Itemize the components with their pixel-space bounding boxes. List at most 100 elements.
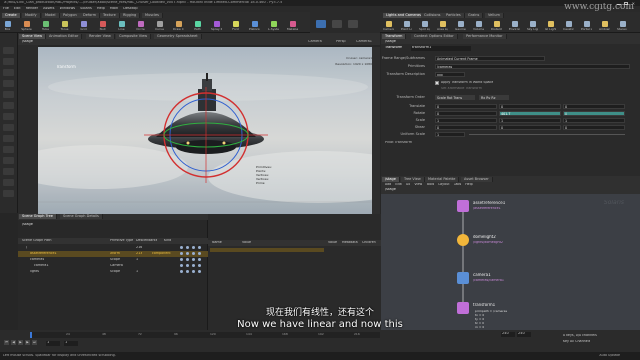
shelf-tool[interactable]: Draw Curve bbox=[173, 21, 184, 32]
transform-order-select[interactable]: Scale Rot Trans bbox=[435, 95, 475, 100]
shelf-tab[interactable]: Create bbox=[2, 13, 21, 18]
tab-scene-graph-tree[interactable]: Scene Graph Tree bbox=[19, 214, 57, 219]
visibility-icon[interactable] bbox=[180, 252, 183, 255]
visibility-icon[interactable] bbox=[198, 246, 201, 249]
menu-item[interactable]: Main bbox=[110, 7, 118, 11]
shelf-tool[interactable]: Box bbox=[2, 21, 13, 32]
shear-y[interactable]: 0 bbox=[499, 125, 561, 130]
shelf-tab[interactable]: Particles bbox=[443, 13, 465, 18]
light-tool[interactable]: Portal Light bbox=[581, 21, 592, 32]
viewport-tool-button[interactable] bbox=[3, 91, 14, 98]
scene-graph-path[interactable]: /stage bbox=[22, 223, 33, 227]
tab-animation-editor[interactable]: Animation Editor bbox=[46, 34, 83, 39]
viewport-tool-button[interactable] bbox=[3, 69, 14, 76]
network-menu-item[interactable]: Edit bbox=[395, 183, 401, 186]
menu-item[interactable]: Render bbox=[26, 7, 38, 11]
menu-item[interactable]: Solaris bbox=[80, 7, 92, 11]
shelf-tool[interactable]: Curve bbox=[154, 21, 165, 32]
rotate-order-select[interactable]: Rx Ry Rz bbox=[479, 95, 509, 100]
translate-y[interactable]: 0 bbox=[499, 104, 561, 109]
translate-x[interactable]: 0 bbox=[435, 104, 497, 109]
light-tool[interactable]: Area Light bbox=[437, 21, 448, 32]
shelf-tool[interactable]: Font bbox=[230, 21, 241, 32]
menu-item[interactable]: File bbox=[3, 7, 9, 11]
visibility-icon[interactable] bbox=[198, 264, 201, 267]
shelf-tool[interactable]: Metaball bbox=[287, 21, 298, 32]
viewport-tool-button[interactable] bbox=[3, 146, 14, 153]
scale-x[interactable]: 1 bbox=[435, 118, 497, 123]
viewport-tool-button[interactable] bbox=[3, 168, 14, 175]
menu-item[interactable]: Windows bbox=[60, 7, 76, 11]
tab-scene-graph-details[interactable]: Scene Graph Details bbox=[60, 214, 103, 219]
uniform-scale-field[interactable]: 1 bbox=[435, 132, 465, 137]
network-menu-item[interactable]: Help bbox=[465, 183, 473, 186]
shelf-tab[interactable]: Grains bbox=[465, 13, 484, 18]
last-frame-icon[interactable]: ⏭ bbox=[32, 340, 37, 345]
shelf-tab[interactable]: Collisions bbox=[421, 13, 445, 18]
shelf-tool[interactable]: Null bbox=[97, 21, 108, 32]
tab-transform[interactable]: Transform bbox=[382, 34, 407, 39]
network-node[interactable] bbox=[457, 200, 469, 212]
translate-z[interactable]: 0 bbox=[563, 104, 625, 109]
tab-composite-view[interactable]: Composite View bbox=[116, 34, 152, 39]
tab-render-view[interactable]: Render View bbox=[86, 34, 115, 39]
menu-item[interactable]: Help bbox=[97, 7, 105, 11]
visibility-icon[interactable] bbox=[198, 258, 201, 261]
light-tool[interactable]: Camera bbox=[383, 21, 394, 32]
tab-material-palette[interactable]: Material Palette bbox=[425, 177, 460, 182]
first-frame-icon[interactable]: ⏮ bbox=[4, 340, 9, 345]
shear-z[interactable]: 0 bbox=[563, 125, 625, 130]
end2-frame-field[interactable]: 240 bbox=[517, 332, 531, 337]
world-space-checkbox[interactable] bbox=[435, 81, 439, 85]
visibility-icon[interactable] bbox=[192, 246, 195, 249]
light-tool[interactable]: Geometry Light bbox=[455, 21, 466, 32]
light-tool[interactable]: Sky Light bbox=[527, 21, 538, 32]
light-tool[interactable]: Stereo Camera bbox=[617, 21, 628, 32]
rotate-x[interactable]: 0 bbox=[435, 111, 497, 116]
visibility-icon[interactable] bbox=[192, 264, 195, 267]
light-tool[interactable]: Point Light bbox=[401, 21, 412, 32]
network-menu-item[interactable]: Labs bbox=[454, 183, 462, 186]
camera-select[interactable]: Camera1 bbox=[356, 40, 372, 44]
shelf-tab[interactable]: Texture bbox=[100, 13, 120, 18]
network-node[interactable] bbox=[457, 234, 469, 246]
start-frame-field[interactable]: 1 bbox=[64, 341, 78, 346]
scene-graph-row[interactable]: lights Scope 1 bbox=[18, 269, 208, 275]
light-tool[interactable]: Spot Light bbox=[419, 21, 430, 32]
visibility-icon[interactable] bbox=[180, 246, 183, 249]
viewport-tool-button[interactable] bbox=[3, 135, 14, 142]
key-all-button[interactable]: Key All Channels bbox=[563, 340, 590, 343]
frame-range-select[interactable]: Animated Current Frame bbox=[435, 56, 545, 61]
tab-context-options[interactable]: Context Options Editor bbox=[411, 34, 458, 39]
visibility-icon[interactable] bbox=[198, 252, 201, 255]
menu-item[interactable]: Assets bbox=[43, 7, 54, 11]
viewport-tool-button[interactable] bbox=[3, 179, 14, 186]
timeline-ruler[interactable] bbox=[30, 332, 380, 338]
network-menu-item[interactable]: View bbox=[414, 183, 422, 186]
visibility-icon[interactable] bbox=[180, 270, 183, 273]
light-tool[interactable]: Caustic Light bbox=[563, 21, 574, 32]
shelf-tab[interactable]: Polygon bbox=[60, 13, 81, 18]
shelf-tool[interactable]: Torus bbox=[59, 21, 70, 32]
persp-menu[interactable]: Persp bbox=[336, 40, 346, 44]
shelf-tab[interactable]: Deform bbox=[80, 13, 101, 18]
visibility-icon[interactable] bbox=[192, 258, 195, 261]
camera-menu[interactable]: Camera bbox=[308, 40, 322, 44]
visibility-icon[interactable] bbox=[186, 252, 189, 255]
shelf-tab[interactable]: Lights and Cameras bbox=[383, 13, 425, 18]
visibility-icon[interactable] bbox=[192, 270, 195, 273]
primitives-field[interactable]: /cameras bbox=[435, 64, 630, 69]
shelf-tool[interactable]: Line bbox=[116, 21, 127, 32]
viewport-tool-button[interactable] bbox=[3, 80, 14, 87]
viewport-tool-button[interactable] bbox=[3, 190, 14, 197]
shelf-tool[interactable]: Spray Paint bbox=[211, 21, 222, 32]
shelf-tool[interactable]: Circle bbox=[135, 21, 146, 32]
network-menu-item[interactable]: Go bbox=[406, 183, 411, 186]
menu-item[interactable]: Desktop bbox=[123, 7, 137, 11]
settings-icon[interactable] bbox=[348, 20, 358, 28]
scale-z[interactable]: 1 bbox=[563, 118, 625, 123]
end-frame-field[interactable]: 240 bbox=[501, 332, 515, 337]
rotate-z[interactable]: 0 bbox=[563, 111, 625, 116]
auto-update-button[interactable]: Auto Update bbox=[599, 354, 620, 357]
node-name-field[interactable]: transform1 bbox=[411, 46, 471, 51]
